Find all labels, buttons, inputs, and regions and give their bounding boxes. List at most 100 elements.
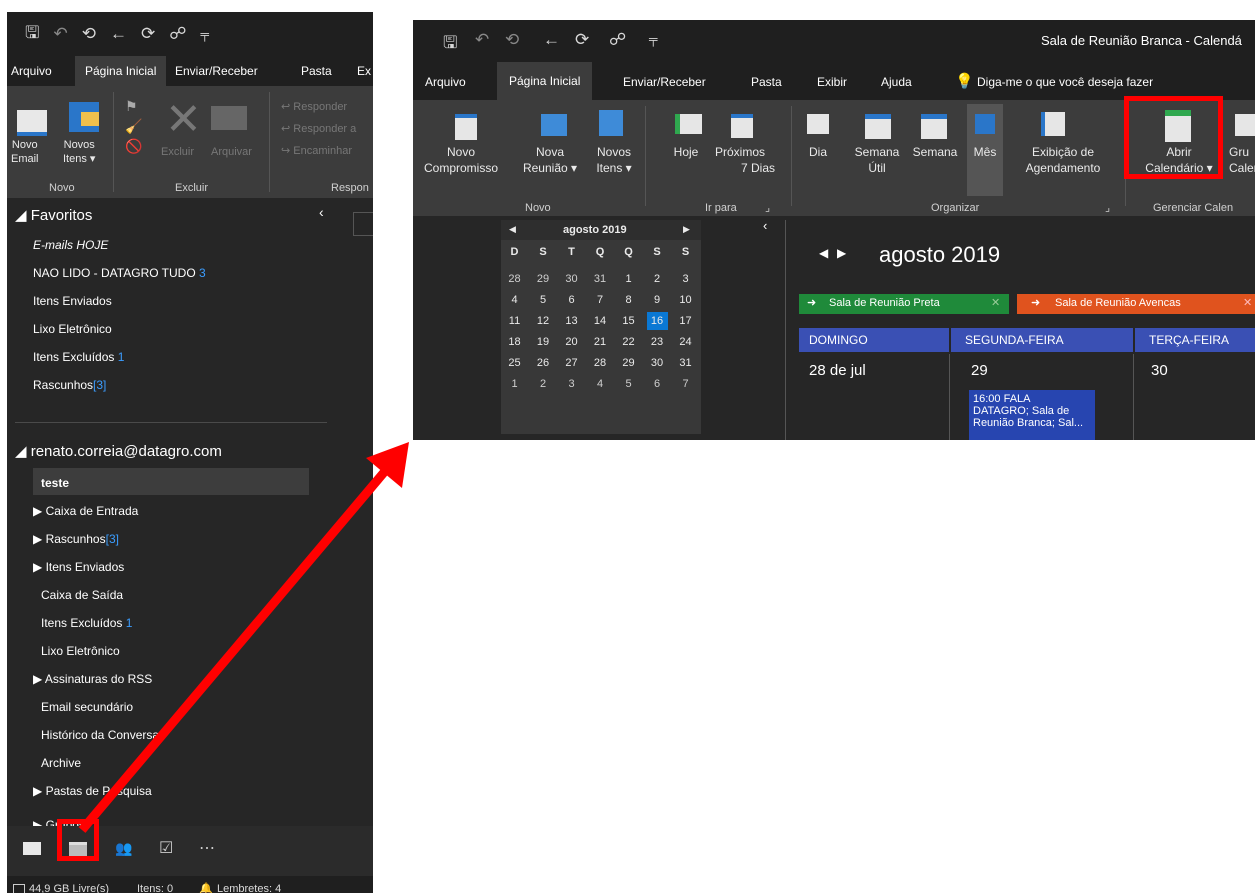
- btn-label-2: Compromisso: [423, 161, 498, 175]
- new-appointment-icon: [455, 114, 477, 140]
- menu-help[interactable]: Ajuda: [881, 75, 912, 89]
- mini-calendar-date[interactable]: 25: [504, 354, 525, 372]
- work-week-button[interactable]: Semana Útil: [849, 144, 905, 176]
- touch-mode-icon[interactable]: ☍: [609, 30, 626, 50]
- mini-calendar-date[interactable]: 29: [533, 270, 554, 288]
- mini-calendar-date[interactable]: 30: [561, 270, 582, 288]
- menu-view[interactable]: Exibir: [817, 75, 847, 89]
- group-label-manage: Gerenciar Calen: [1153, 202, 1234, 214]
- mini-calendar-date[interactable]: 4: [590, 375, 611, 393]
- mini-calendar-date[interactable]: 2: [647, 270, 668, 288]
- back-icon[interactable]: ←: [543, 30, 560, 50]
- next-month-icon[interactable]: ▶: [683, 224, 690, 235]
- customize-qat-icon[interactable]: ╤: [649, 32, 658, 46]
- mini-calendar-date[interactable]: 6: [647, 375, 668, 393]
- tab-arrow-icon: ➜: [1031, 297, 1041, 309]
- schedule-view-button[interactable]: Exibição de Agendamento: [1011, 144, 1115, 176]
- calendar-groups-button[interactable]: Gru Calen: [1229, 144, 1255, 176]
- mini-calendar-date[interactable]: 3: [561, 375, 582, 393]
- mini-calendar-date[interactable]: 6: [561, 291, 582, 309]
- undo-icon[interactable]: ↶: [475, 30, 489, 50]
- window-title: Sala de Reunião Branca - Calendá: [1041, 33, 1242, 48]
- mini-calendar-date[interactable]: 7: [590, 291, 611, 309]
- new-meeting-button[interactable]: Nova Reunião ▾: [509, 144, 591, 176]
- tab-label: Sala de Reunião Avencas: [1055, 297, 1181, 309]
- menu-home[interactable]: Página Inicial: [497, 62, 593, 100]
- save-icon[interactable]: 🖫: [443, 30, 457, 59]
- redo-icon[interactable]: ⟲: [505, 30, 519, 50]
- new-appointment-button[interactable]: Novo Compromisso: [415, 144, 507, 176]
- mini-calendar-date[interactable]: 14: [590, 312, 611, 330]
- day-header-tuesday: TERÇA-FEIRA: [1135, 328, 1255, 352]
- mini-calendar-date[interactable]: 29: [618, 354, 639, 372]
- mini-calendar-date[interactable]: 23: [647, 333, 668, 351]
- tell-me-search[interactable]: Diga-me o que você deseja fazer: [977, 75, 1153, 89]
- month-view-button[interactable]: Mês: [969, 144, 1001, 160]
- mini-calendar-date[interactable]: 11: [504, 312, 525, 330]
- mini-calendar-date[interactable]: 17: [675, 312, 696, 330]
- mini-calendar-date[interactable]: 12: [533, 312, 554, 330]
- group-label-new: Novo: [525, 202, 551, 214]
- today-button[interactable]: Hoje: [669, 144, 703, 160]
- today-icon: [675, 114, 702, 134]
- prev-month-button[interactable]: ◀: [819, 246, 828, 260]
- day-cell[interactable]: 30: [1135, 354, 1255, 440]
- mini-calendar-date[interactable]: 28: [590, 354, 611, 372]
- mini-calendar-date[interactable]: 15: [618, 312, 639, 330]
- mini-calendar-date[interactable]: 19: [533, 333, 554, 351]
- close-tab-icon[interactable]: ✕: [1243, 296, 1252, 309]
- calendar-tab-preta[interactable]: ➜ Sala de Reunião Preta ✕: [799, 294, 1009, 314]
- dialog-launcher-icon[interactable]: ⌟: [765, 201, 770, 214]
- mini-calendar-date[interactable]: 18: [504, 333, 525, 351]
- day-view-icon: [807, 114, 829, 134]
- day-number: 28 de jul: [809, 362, 866, 379]
- day-view-button[interactable]: Dia: [803, 144, 833, 160]
- mini-calendar-date[interactable]: 8: [618, 291, 639, 309]
- prev-month-icon[interactable]: ◀: [509, 224, 516, 235]
- close-tab-icon[interactable]: ✕: [991, 296, 1000, 309]
- calendar-tab-avencas[interactable]: ➜ Sala de Reunião Avencas ✕: [1017, 294, 1255, 314]
- menu-file[interactable]: Arquivo: [425, 75, 466, 89]
- btn-label-2: Itens ▾: [596, 161, 632, 175]
- mini-calendar-date[interactable]: 31: [675, 354, 696, 372]
- work-week-icon: [865, 114, 891, 139]
- week-icon: [921, 114, 947, 139]
- day-number: 29: [971, 362, 988, 379]
- day-cell[interactable]: 28 de jul: [799, 354, 950, 440]
- mini-calendar-date[interactable]: 10: [675, 291, 696, 309]
- mini-calendar-date[interactable]: 13: [561, 312, 582, 330]
- next-month-button[interactable]: ▶: [837, 246, 846, 260]
- menu-folder[interactable]: Pasta: [751, 75, 782, 89]
- day-header-monday: SEGUNDA-FEIRA: [951, 328, 1133, 352]
- collapse-pane-icon[interactable]: ‹: [763, 218, 767, 233]
- mini-calendar-date[interactable]: 9: [647, 291, 668, 309]
- new-items-icon: [599, 110, 623, 136]
- mini-calendar-date[interactable]: 22: [618, 333, 639, 351]
- mini-calendar-date[interactable]: 24: [675, 333, 696, 351]
- mini-calendar-date[interactable]: 28: [504, 270, 525, 288]
- mini-calendar-date[interactable]: 2: [533, 375, 554, 393]
- week-view-button[interactable]: Semana: [907, 144, 963, 160]
- next-7-days-button[interactable]: Próximos 7 Dias: [705, 144, 775, 176]
- refresh-icon[interactable]: ⟳: [575, 30, 589, 50]
- mini-calendar-date[interactable]: 3: [675, 270, 696, 288]
- mini-calendar-date[interactable]: 1: [618, 270, 639, 288]
- mini-calendar-date[interactable]: 5: [618, 375, 639, 393]
- mini-calendar-date[interactable]: 4: [504, 291, 525, 309]
- mini-calendar-today[interactable]: 16: [646, 312, 668, 330]
- mini-calendar-date[interactable]: 20: [561, 333, 582, 351]
- appointment-item[interactable]: 16:00 FALA DATAGRO; Sala de Reunião Bran…: [969, 390, 1095, 440]
- btn-label: Exibição de: [1031, 145, 1095, 159]
- weekday-header: Q: [595, 246, 605, 258]
- menu-send-receive[interactable]: Enviar/Receber: [623, 75, 706, 89]
- mini-calendar-date[interactable]: 1: [504, 375, 525, 393]
- mini-calendar-date[interactable]: 7: [675, 375, 696, 393]
- new-items-button[interactable]: Novos Itens ▾: [589, 144, 639, 176]
- mini-calendar-date[interactable]: 31: [590, 270, 611, 288]
- mini-calendar-date[interactable]: 26: [533, 354, 554, 372]
- mini-calendar-date[interactable]: 5: [533, 291, 554, 309]
- mini-calendar-date[interactable]: 21: [590, 333, 611, 351]
- mini-calendar-date[interactable]: 30: [647, 354, 668, 372]
- mini-calendar-date[interactable]: 27: [561, 354, 582, 372]
- dialog-launcher-icon[interactable]: ⌟: [1105, 201, 1110, 214]
